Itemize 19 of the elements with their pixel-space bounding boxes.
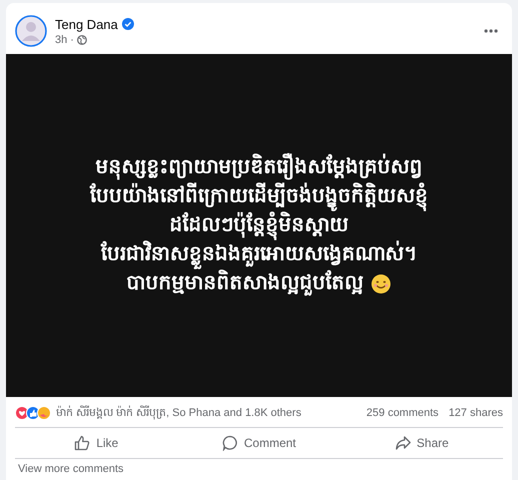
post-time[interactable]: 3h bbox=[55, 34, 68, 46]
post-text: មនុស្សខ្លះព្យាយាមប្រឌិតរឿងសម្តែងគ្រប់សព្វ បែបយ៉ាងនៅពីក្រោយដើម្បីចង់បង្ខូចកិត្តិយសខ្ញុំ ដដែលៗប៉ុន្តែខ្ញុំមិនស្តាយ បែរជាវិនាសខ្លួនឯងគួរអោយសង្វេគណាស់។ បាបកម្មមានពិតសាងល្អជួបតែល្អ bbox=[82, 153, 436, 298]
share-button[interactable]: Share bbox=[340, 430, 504, 456]
separator-dot: · bbox=[70, 34, 74, 46]
thumbs-up-icon bbox=[74, 435, 90, 451]
shares-count[interactable]: 127 shares bbox=[448, 407, 503, 419]
reaction-icons[interactable] bbox=[15, 406, 53, 420]
like-button[interactable]: Like bbox=[15, 430, 178, 456]
view-more-comments-link[interactable]: View more comments bbox=[18, 463, 124, 475]
reactions-summary[interactable]: ម៉ាក់ សិរីមង្គល ម៉ាក់ សិរីបុត្រ, So Phana and 1.8K others bbox=[56, 405, 302, 421]
speech-bubble-icon bbox=[222, 435, 238, 451]
smiley-icon bbox=[371, 274, 392, 294]
more-options-icon[interactable] bbox=[484, 29, 498, 33]
avatar-icon[interactable] bbox=[15, 15, 47, 47]
share-arrow-icon bbox=[394, 435, 411, 451]
comment-button[interactable]: Comment bbox=[178, 430, 340, 456]
globe-icon bbox=[76, 34, 87, 44]
comments-count[interactable]: 259 comments bbox=[366, 407, 439, 419]
author-name[interactable]: Teng Dana bbox=[55, 16, 118, 32]
